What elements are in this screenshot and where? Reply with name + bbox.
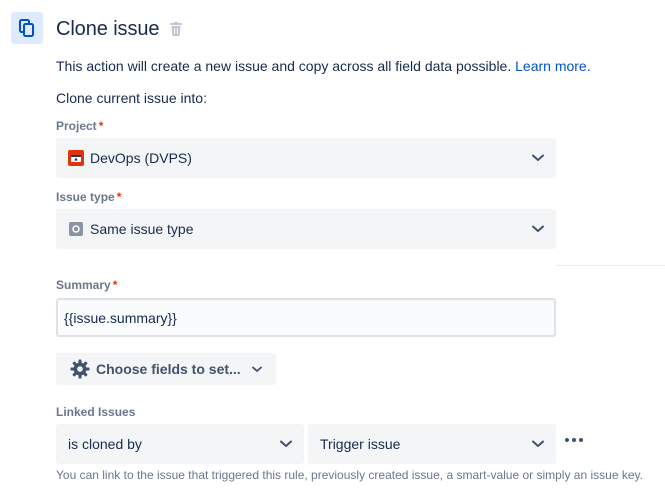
more-icon[interactable]: [560, 430, 588, 450]
gear-icon: [70, 359, 90, 379]
description-text: This action will create a new issue and …: [56, 58, 512, 74]
project-value: DevOps (DVPS): [90, 150, 192, 166]
project-select[interactable]: DevOps (DVPS): [56, 138, 556, 178]
issue-type-value: Same issue type: [90, 221, 194, 237]
issue-type-label-text: Issue type: [56, 190, 115, 204]
linked-issue-select[interactable]: Trigger issue: [308, 424, 556, 464]
summary-input[interactable]: [56, 298, 556, 337]
copy-icon: [11, 12, 43, 44]
clone-issue-panel: Clone issue This action will create a ne…: [0, 0, 665, 498]
summary-label: Summary *: [56, 277, 117, 293]
chevron-down-icon: [530, 436, 546, 452]
required-mark: *: [116, 190, 122, 204]
action-description: This action will create a new issue and …: [56, 56, 591, 76]
choose-fields-label: Choose fields to set...: [96, 361, 241, 377]
linked-issue-value: Trigger issue: [320, 436, 401, 452]
issue-type-icon: [68, 221, 84, 237]
chevron-down-icon: [530, 221, 546, 237]
linked-issues-label: Linked Issues: [56, 405, 136, 419]
issue-type-select[interactable]: Same issue type: [56, 209, 556, 249]
learn-more-link[interactable]: Learn more.: [515, 58, 590, 74]
summary-label-text: Summary: [56, 278, 111, 292]
link-type-value: is cloned by: [68, 436, 142, 452]
required-mark: *: [112, 278, 118, 292]
link-type-select[interactable]: is cloned by: [56, 424, 304, 464]
section-divider: [556, 265, 665, 266]
page-title: Clone issue: [56, 18, 160, 40]
devops-project-icon: [68, 150, 84, 166]
trash-icon[interactable]: [168, 20, 184, 38]
chevron-down-icon: [251, 363, 263, 375]
project-label: Project *: [56, 118, 103, 134]
choose-fields-button[interactable]: Choose fields to set...: [56, 353, 276, 385]
clone-target-heading: Clone current issue into:: [56, 90, 207, 106]
chevron-down-icon: [530, 150, 546, 166]
linked-issues-help: You can link to the issue that triggered…: [56, 468, 643, 482]
chevron-down-icon: [278, 436, 294, 452]
issue-type-label: Issue type *: [56, 189, 121, 205]
project-label-text: Project: [56, 119, 97, 133]
required-mark: *: [98, 119, 104, 133]
